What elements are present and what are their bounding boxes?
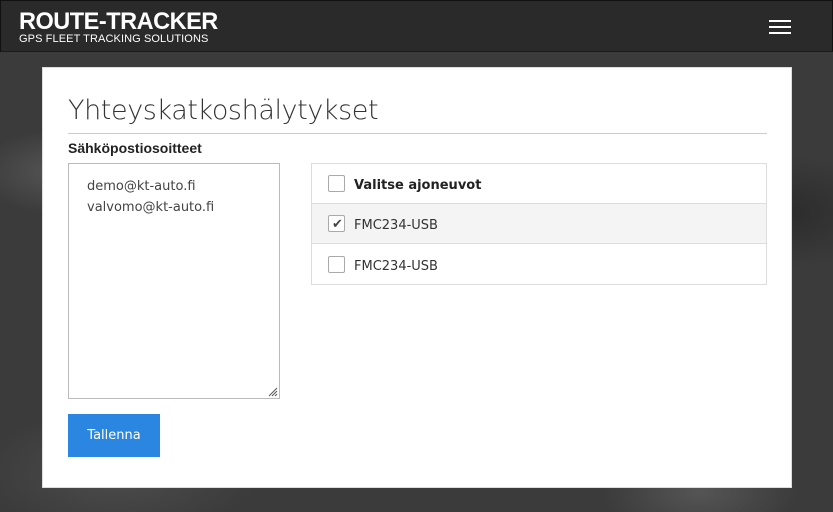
- select-all-checkbox[interactable]: [328, 175, 345, 192]
- top-navbar: ROUTE-TRACKER GPS FLEET TRACKING SOLUTIO…: [0, 0, 833, 52]
- vehicle-list: Valitse ajoneuvot ✔ FMC234-USB FMC234-US…: [311, 163, 767, 285]
- vehicle-label: FMC234-USB: [354, 258, 438, 274]
- brand-logo[interactable]: ROUTE-TRACKER GPS FLEET TRACKING SOLUTIO…: [19, 8, 222, 46]
- checkmark-icon: ✔: [332, 216, 343, 231]
- vehicle-label: FMC234-USB: [354, 218, 438, 233]
- vehicle-row[interactable]: ✔ FMC234-USB: [312, 204, 766, 244]
- vehicle-row[interactable]: FMC234-USB: [312, 244, 766, 284]
- vehicle-checkbox[interactable]: [328, 255, 345, 273]
- emails-textarea[interactable]: demo@kt-auto.fi valvomo@kt-auto.fi: [68, 163, 280, 399]
- emails-label: Sähköpostiosoitteet: [68, 140, 202, 156]
- email-line: valvomo@kt-auto.fi: [87, 200, 215, 215]
- select-all-label: Valitse ajoneuvot: [354, 178, 482, 193]
- main-panel: Yhteyskatkoshälytykset Sähköpostiosoitte…: [42, 67, 792, 488]
- email-line: demo@kt-auto.fi: [87, 179, 196, 194]
- brand-title: ROUTE-TRACKER: [19, 8, 218, 35]
- resize-handle-icon[interactable]: [266, 385, 278, 397]
- select-all-row[interactable]: Valitse ajoneuvot: [312, 164, 766, 204]
- vehicle-checkbox[interactable]: ✔: [328, 215, 345, 232]
- page-title: Yhteyskatkoshälytykset: [68, 95, 379, 126]
- hamburger-menu-icon[interactable]: [759, 15, 803, 39]
- save-button[interactable]: Tallenna: [68, 414, 160, 457]
- title-divider: [68, 133, 767, 134]
